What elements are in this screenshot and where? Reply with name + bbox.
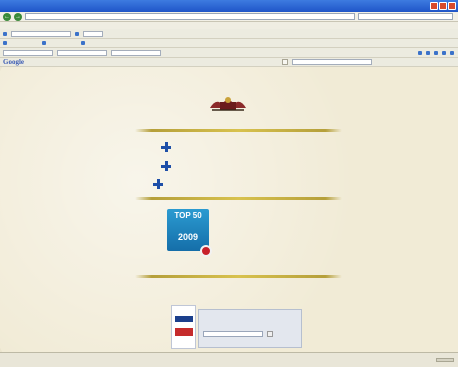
widget-title <box>199 310 301 314</box>
cross-icon <box>161 161 171 171</box>
widget-logo <box>171 305 196 349</box>
toolbar-go-button[interactable] <box>282 59 288 65</box>
menu-bar <box>0 22 458 29</box>
browser-tab[interactable] <box>111 49 161 56</box>
address-bar[interactable] <box>25 13 355 20</box>
toolbar-search-button[interactable] <box>83 30 103 37</box>
award-ribbon-icon <box>200 245 212 257</box>
toolbar-icon[interactable] <box>3 31 7 36</box>
gold-divider <box>135 275 342 278</box>
search-widget <box>171 305 303 351</box>
search-toolbar <box>0 29 458 39</box>
toolbar-options[interactable] <box>292 59 372 65</box>
gold-divider <box>135 129 342 132</box>
cross-icon <box>161 142 171 152</box>
print-icon[interactable] <box>434 50 438 55</box>
maximize-button[interactable] <box>439 2 447 10</box>
link-row[interactable] <box>153 179 168 189</box>
widget-panel <box>198 309 302 348</box>
browser-tab[interactable] <box>3 49 53 56</box>
security-zone <box>436 358 454 362</box>
page-icon <box>42 41 46 45</box>
toolbar-search-input[interactable] <box>11 30 71 37</box>
tabs-toolbar <box>0 48 458 58</box>
feeds-icon[interactable] <box>426 50 430 55</box>
cross-icon <box>153 179 163 189</box>
crest-logo <box>210 97 246 111</box>
page-content: TOP 50 2009 <box>0 67 458 352</box>
status-bar <box>0 352 458 367</box>
home-icon[interactable] <box>418 50 422 55</box>
award-top-text: TOP 50 <box>174 211 202 220</box>
favorites-item[interactable] <box>81 40 126 46</box>
link-row[interactable] <box>161 161 176 171</box>
tools-menu-icon[interactable] <box>450 50 454 55</box>
star-icon <box>3 41 7 45</box>
widget-search-input[interactable] <box>203 331 263 337</box>
toolbar-message <box>28 59 278 65</box>
browser-tab[interactable] <box>57 49 107 56</box>
widget-search-button[interactable] <box>267 331 273 337</box>
toolbar-search-icon[interactable] <box>75 31 79 36</box>
navigation-bar: ← → <box>0 12 458 22</box>
page-menu-icon[interactable] <box>442 50 446 55</box>
back-button[interactable]: ← <box>3 12 11 21</box>
favorites-item[interactable] <box>3 40 38 46</box>
favorites-item[interactable] <box>42 40 77 46</box>
award-year: 2009 <box>177 232 199 242</box>
favorites-toolbar <box>0 39 458 48</box>
window-controls <box>430 2 456 10</box>
google-logo: Google <box>3 58 24 66</box>
forward-button[interactable]: → <box>14 12 22 21</box>
gold-divider <box>135 197 342 200</box>
link-row[interactable] <box>161 142 176 152</box>
browser-search-input[interactable] <box>358 13 453 20</box>
page-icon <box>81 41 85 45</box>
google-toolbar: Google <box>0 58 458 67</box>
window-title-bar <box>0 0 458 12</box>
minimize-button[interactable] <box>430 2 438 10</box>
close-button[interactable] <box>448 2 456 10</box>
